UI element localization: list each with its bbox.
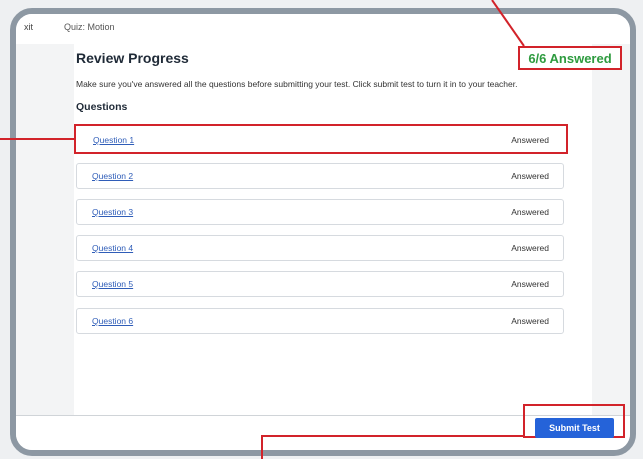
questions-heading: Questions (76, 101, 128, 113)
question-link-2[interactable]: Question 2 (92, 171, 133, 181)
question-link-1[interactable]: Question 1 (93, 135, 134, 145)
question-status-5: Answered (511, 279, 549, 289)
device-frame: xit Quiz: Motion (10, 8, 636, 456)
question-row-2[interactable]: Question 2 Answered (76, 163, 564, 189)
exit-link[interactable]: xit (24, 22, 33, 32)
question-status-1: Answered (511, 135, 549, 145)
question-row-4[interactable]: Question 4 Answered (76, 235, 564, 261)
quiz-title: Quiz: Motion (64, 22, 115, 32)
question-row-3[interactable]: Question 3 Answered (76, 199, 564, 225)
question-row-6[interactable]: Question 6 Answered (76, 308, 564, 334)
instructions-text: Make sure you've answered all the questi… (76, 79, 518, 89)
question-row-5[interactable]: Question 5 Answered (76, 271, 564, 297)
question-status-3: Answered (511, 207, 549, 217)
question-link-4[interactable]: Question 4 (92, 243, 133, 253)
submit-test-button[interactable]: Submit Test (535, 418, 614, 438)
review-panel (74, 44, 592, 416)
question-row-1[interactable]: Question 1 Answered (74, 124, 568, 154)
answered-count-badge: 6/6 Answered (518, 46, 622, 70)
question-status-6: Answered (511, 316, 549, 326)
right-gutter (592, 44, 630, 416)
left-gutter (16, 44, 74, 416)
question-status-2: Answered (511, 171, 549, 181)
page-title: Review Progress (76, 50, 189, 66)
question-link-3[interactable]: Question 3 (92, 207, 133, 217)
question-status-4: Answered (511, 243, 549, 253)
question-link-6[interactable]: Question 6 (92, 316, 133, 326)
top-bar: xit Quiz: Motion (16, 14, 630, 45)
question-link-5[interactable]: Question 5 (92, 279, 133, 289)
